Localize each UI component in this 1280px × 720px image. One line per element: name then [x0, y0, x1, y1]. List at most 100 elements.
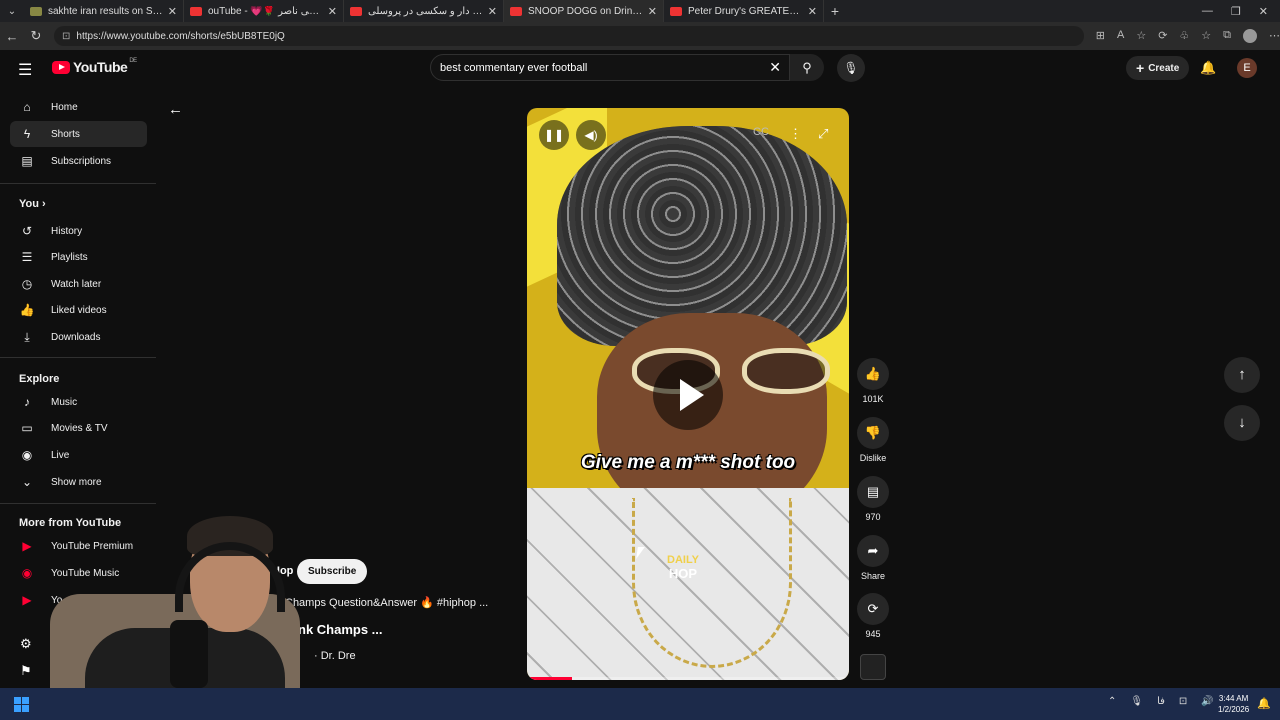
youtube-icon: [510, 6, 522, 16]
previous-short-button[interactable]: ↑: [1224, 357, 1260, 393]
remix-count: 945: [865, 629, 881, 639]
network-icon[interactable]: ⊡: [1179, 696, 1187, 707]
close-icon[interactable]: ✕: [328, 5, 337, 18]
url-field[interactable]: ⊡ https://www.youtube.com/shorts/e5bUB8T…: [54, 26, 1084, 46]
sidebar-item-watch-later[interactable]: ◷ Watch later: [10, 271, 147, 297]
close-icon[interactable]: ✕: [488, 5, 497, 18]
browser-tab[interactable]: Peter Drury's GREATEST Commentary ✕: [664, 0, 824, 22]
sidebar-item-movies-tv[interactable]: ▭ Movies & TV: [10, 415, 147, 441]
microphone-icon[interactable]: 🎙: [1130, 696, 1143, 707]
shorts-video-player[interactable]: ❚❚ ◀) CC ⋮ ⤢ Give me a m*** shot too DAI…: [527, 108, 849, 680]
speaker-icon[interactable]: 🔊: [1201, 696, 1213, 707]
extensions-icon[interactable]: ⟳: [1158, 29, 1167, 43]
tab-list-chevron-icon[interactable]: ⌄: [0, 6, 24, 17]
close-icon[interactable]: ✕: [808, 5, 817, 18]
comments-action: ▤ 970: [852, 476, 894, 522]
reload-icon[interactable]: ↻: [24, 28, 48, 44]
language-indicator[interactable]: فا: [1157, 696, 1165, 707]
favorites-icon[interactable]: ☆: [1201, 29, 1211, 43]
sound-thumbnail[interactable]: [860, 654, 886, 680]
you-heading-text: You: [19, 198, 39, 210]
browser-tab-active[interactable]: SNOOP DOGG on Drink Champs ✕: [504, 0, 664, 22]
comments-button[interactable]: ▤: [857, 476, 889, 508]
account-avatar[interactable]: E: [1237, 58, 1257, 78]
favorite-star-icon[interactable]: ☆: [1136, 29, 1146, 43]
taskbar-clock[interactable]: 3:44 AM 1/2/2026: [1218, 693, 1249, 715]
downloads-icon: ⤓: [24, 329, 30, 344]
notifications-bell-icon[interactable]: 🔔: [1200, 60, 1216, 76]
logo-text: YouTube: [73, 59, 128, 75]
restore-icon[interactable]: ❐: [1231, 5, 1241, 18]
sidebar-item-shorts[interactable]: ϟ Shorts: [10, 121, 147, 147]
tab-title: دوبله خنده دار و سکسی در پروسلی: [368, 5, 484, 17]
window-controls: — ❐ ✕: [1202, 5, 1280, 18]
notification-bell-icon[interactable]: 🔔: [1257, 697, 1271, 710]
windows-start-icon[interactable]: [14, 697, 29, 712]
sidebar-item-show-more[interactable]: ⌄ Show more: [10, 469, 147, 495]
captions-icon[interactable]: CC: [753, 126, 769, 138]
sidebar-you-heading[interactable]: You ›: [19, 198, 46, 210]
watermark-line-2: HOP: [668, 566, 698, 581]
plus-icon: +: [1136, 60, 1145, 76]
watch-later-icon: ◷: [21, 277, 33, 291]
sidebar-item-music[interactable]: ♪ Music: [10, 389, 147, 415]
browser-essentials-icon[interactable]: ♧: [1179, 29, 1189, 43]
watermark-line-1: DAILY: [667, 554, 699, 566]
more-options-icon[interactable]: ⋯: [1269, 29, 1280, 43]
sidebar-item-liked-videos[interactable]: 👍 Liked videos: [10, 297, 147, 323]
youtube-logo[interactable]: YouTube DE: [52, 58, 137, 75]
sidebar-item-home[interactable]: ⌂ Home: [10, 94, 147, 120]
url-text: https://www.youtube.com/shorts/e5bUB8TE0…: [76, 30, 285, 42]
sidebar-item-label: Movies & TV: [51, 422, 108, 434]
back-arrow-icon[interactable]: ←: [0, 29, 24, 44]
report-flag-icon[interactable]: ⚑: [20, 663, 32, 679]
more-vert-icon[interactable]: ⋮: [789, 126, 802, 142]
search-button[interactable]: ⚲: [790, 54, 824, 81]
close-icon[interactable]: ✕: [648, 5, 657, 18]
create-label: Create: [1148, 62, 1180, 74]
dislike-button[interactable]: 👎: [857, 417, 889, 449]
site-info-icon[interactable]: ⊡: [62, 31, 70, 42]
back-arrow-icon[interactable]: ←: [168, 101, 183, 118]
create-button[interactable]: + Create: [1126, 56, 1190, 80]
sidebar-item-live[interactable]: ◉ Live: [10, 442, 147, 468]
app-available-icon[interactable]: ⊞: [1096, 29, 1105, 43]
like-button[interactable]: 👍: [857, 358, 889, 390]
gold-chain: [632, 498, 792, 668]
next-short-button[interactable]: ↓: [1224, 405, 1260, 441]
share-button[interactable]: ➦: [857, 535, 889, 567]
volume-button[interactable]: ◀): [576, 120, 606, 150]
video-progress-bar[interactable]: [527, 677, 849, 680]
chevron-up-icon[interactable]: ⌃: [1108, 696, 1116, 707]
pause-button[interactable]: ❚❚: [539, 120, 569, 150]
menu-icon[interactable]: ☰: [18, 60, 32, 80]
close-icon[interactable]: ✕: [168, 5, 177, 18]
settings-gear-icon[interactable]: ⚙: [20, 636, 32, 652]
minimize-icon[interactable]: —: [1202, 5, 1213, 18]
search-value: best commentary ever football: [440, 61, 588, 74]
chevron-right-icon: ›: [42, 198, 46, 210]
clear-search-icon[interactable]: ✕: [769, 59, 781, 76]
clock-time: 3:44 AM: [1218, 694, 1249, 703]
new-tab-button[interactable]: +: [824, 3, 846, 19]
video-caption: Give me a m*** shot too: [580, 452, 796, 473]
voice-search-button[interactable]: 🎙: [837, 54, 865, 82]
sidebar-item-history[interactable]: ↺ History: [10, 218, 147, 244]
browser-tab[interactable]: دوبله خنده دار و سکسی در پروسلی ✕: [344, 0, 504, 22]
collections-icon[interactable]: ⧉: [1223, 29, 1231, 43]
search-input[interactable]: best commentary ever football ✕: [430, 54, 790, 81]
sidebar-divider: [0, 183, 156, 184]
browser-tab[interactable]: sakhte iran results on SoundCloud ✕: [24, 0, 184, 22]
sidebar-item-playlists[interactable]: ☰ Playlists: [10, 244, 147, 270]
fullscreen-icon[interactable]: ⤢: [818, 126, 828, 142]
sidebar-item-subscriptions[interactable]: ▤ Subscriptions: [10, 148, 147, 174]
remix-button[interactable]: ⟳: [857, 593, 889, 625]
big-play-icon[interactable]: [653, 360, 723, 430]
music-credit[interactable]: · Dr. Dre: [314, 650, 356, 662]
read-aloud-icon[interactable]: A: [1117, 29, 1124, 43]
browser-tab[interactable]: ouTube - 💗🌹 بوق زدن حاجی ناصر ✕: [184, 0, 344, 22]
sidebar-item-downloads[interactable]: ⤓ Downloads: [10, 324, 147, 350]
profile-icon[interactable]: [1243, 29, 1258, 43]
webcam-overlay: [40, 508, 320, 688]
close-window-icon[interactable]: ✕: [1259, 5, 1268, 18]
